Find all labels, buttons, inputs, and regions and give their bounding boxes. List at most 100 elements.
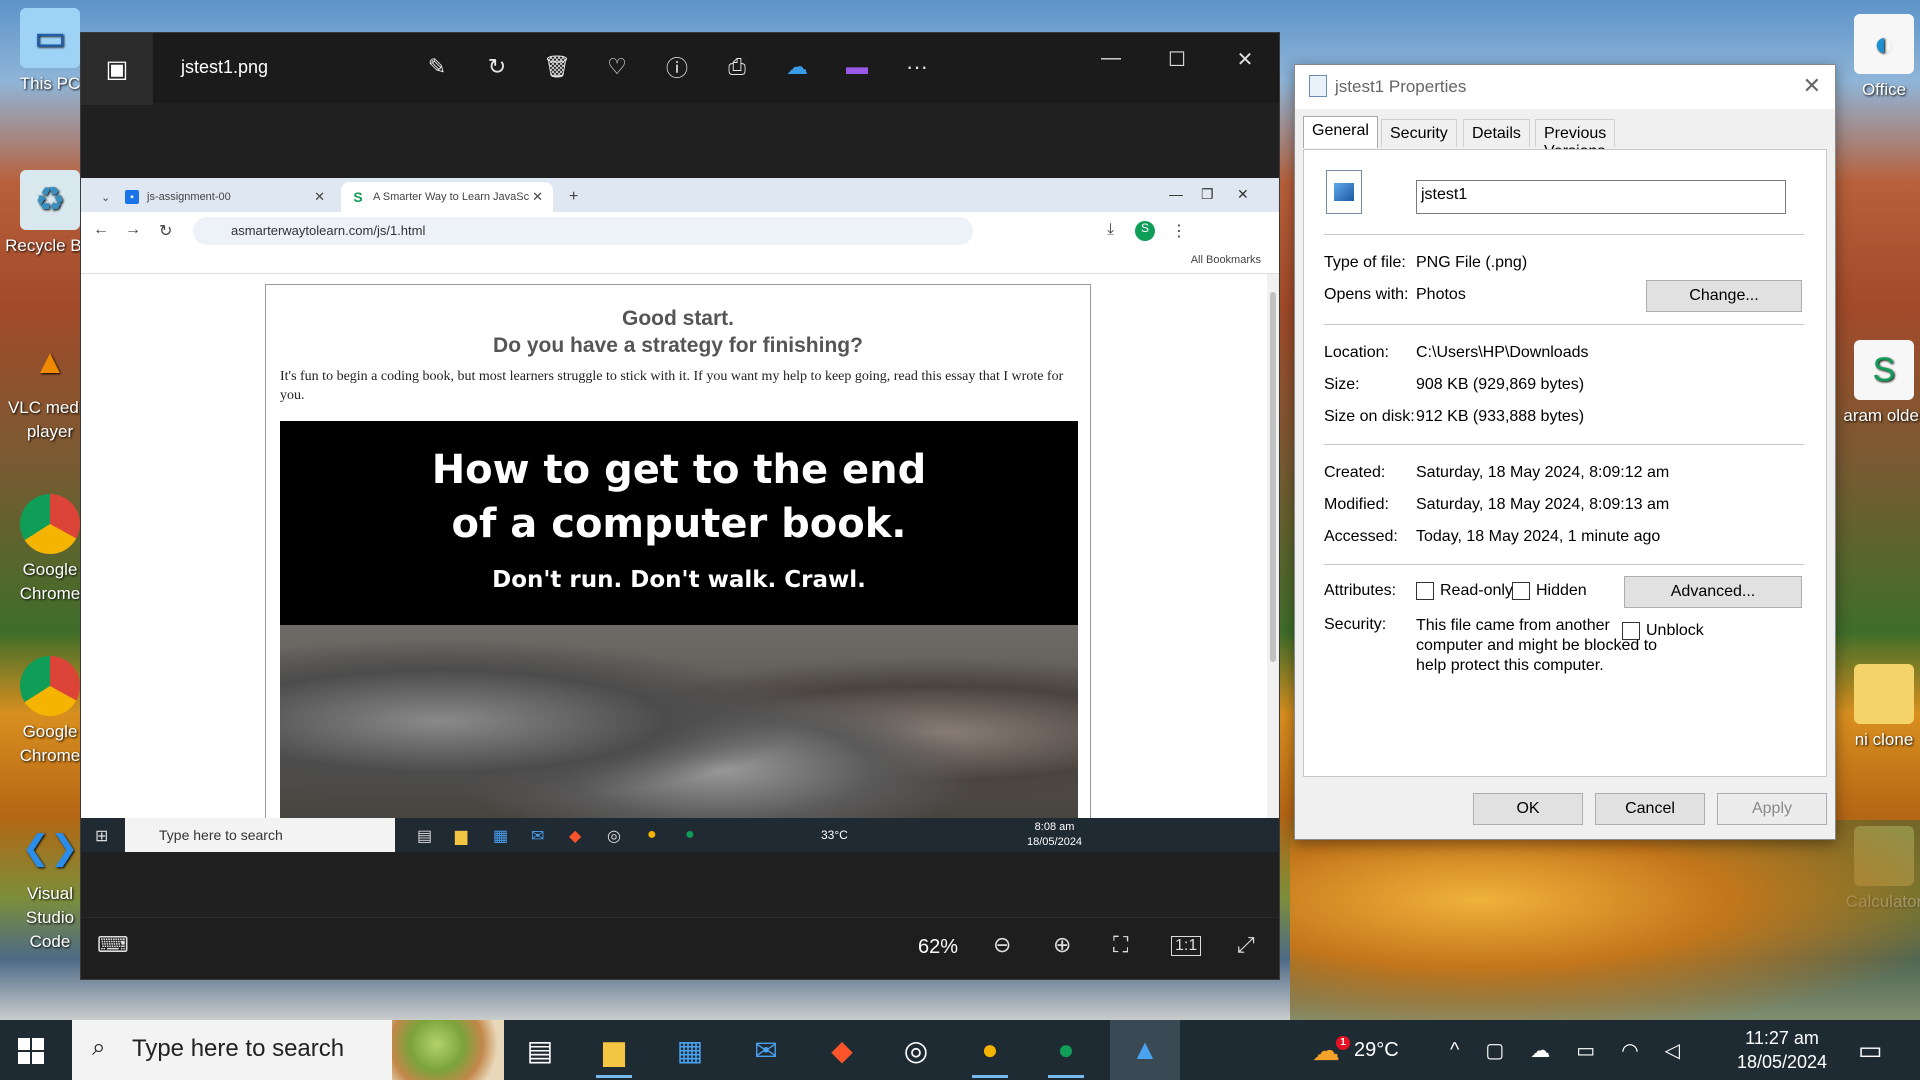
forward-icon: → [125, 221, 141, 238]
back-icon: ← [93, 221, 109, 238]
size-on-disk-value: 912 KB (933,888 bytes) [1416, 408, 1585, 425]
tab-close-icon: ✕ [314, 189, 325, 204]
banner-line-2: of a computer book. [451, 501, 907, 547]
desktop-icon-office[interactable]: ◐ Office [1838, 14, 1920, 102]
modified-value: Saturday, 18 May 2024, 8:09:13 am [1416, 496, 1670, 513]
bookmarks-bar: All Bookmarks [81, 250, 1279, 274]
info-icon[interactable]: ⓘ [661, 51, 693, 83]
divider [1324, 444, 1804, 445]
mail-icon[interactable]: ✉ [738, 1030, 794, 1070]
weather-temp: 29°C [1354, 1038, 1399, 1061]
obs-icon: ◎ [607, 828, 621, 845]
brave-browser-icon[interactable]: ◆ [814, 1030, 870, 1070]
taskbar-search-box[interactable]: ⌕ Type here to search [72, 1020, 504, 1080]
fit-to-window-icon[interactable]: ⛶ [1113, 932, 1128, 958]
desktop-icon-label: aram older [1843, 406, 1920, 425]
wifi-icon[interactable]: ◠ [1621, 1038, 1638, 1063]
tab-search-icon: ⌄ [101, 191, 111, 204]
meet-now-icon[interactable]: ▢ [1485, 1038, 1504, 1063]
ok-button[interactable]: OK [1473, 793, 1583, 825]
vlc-icon: ▲ [33, 343, 67, 381]
checkbox-box[interactable] [1512, 582, 1530, 600]
type-value: PNG File (.png) [1416, 254, 1528, 271]
search-highlight-image [392, 1020, 504, 1080]
readonly-checkbox[interactable]: Read-only [1416, 582, 1513, 600]
address-bar: asmarterwaytolearn.com/js/1.html [193, 217, 973, 245]
reload-icon: ↻ [159, 223, 173, 240]
unblock-checkbox[interactable]: Unblock [1622, 622, 1704, 640]
task-view-icon[interactable]: ▤ [512, 1030, 568, 1070]
chrome-profile-icon[interactable]: ● [1038, 1030, 1094, 1078]
print-icon[interactable]: ⎙ [721, 51, 753, 83]
photos-app-icon[interactable]: ▣ [81, 33, 153, 105]
modified-label: Modified: [1324, 496, 1389, 513]
zoom-out-icon[interactable]: ⊖ [993, 932, 1011, 958]
checkbox-box[interactable] [1622, 622, 1640, 640]
cancel-button[interactable]: Cancel [1595, 793, 1705, 825]
image-file-icon [1309, 75, 1327, 97]
size-value: 908 KB (929,869 bytes) [1416, 376, 1585, 393]
screenshot-time: 8:08 am [1034, 821, 1075, 833]
file-name-field[interactable]: jstest1 [1416, 180, 1786, 214]
attributes-label: Attributes: [1324, 582, 1397, 599]
battery-icon[interactable]: ▭ [1576, 1038, 1595, 1063]
weather-widget[interactable]: ☁ 1 29°C [1312, 1020, 1399, 1080]
minimize-button[interactable]: — [1091, 47, 1131, 70]
hidden-checkbox[interactable]: Hidden [1512, 582, 1587, 600]
onedrive-tray-icon[interactable]: ☁ [1530, 1038, 1550, 1063]
advanced-button[interactable]: Advanced... [1624, 576, 1802, 608]
browser-restore-icon: ❐ [1201, 186, 1214, 202]
tab-details[interactable]: Details [1463, 119, 1530, 147]
more-icon[interactable]: ··· [901, 51, 933, 83]
obs-studio-icon[interactable]: ◎ [888, 1030, 944, 1070]
chrome-icon [20, 656, 80, 716]
desktop-icon-folder-aram[interactable]: S aram older [1838, 340, 1920, 428]
clock[interactable]: 11:27 am 18/05/2024 [1722, 1026, 1842, 1074]
close-icon[interactable]: ✕ [1803, 73, 1821, 99]
maximize-button[interactable]: ☐ [1157, 47, 1197, 72]
show-hidden-icons[interactable]: ^ [1450, 1039, 1459, 1062]
location-value: C:\Users\HP\Downloads [1416, 344, 1589, 361]
file-explorer-icon[interactable]: ▆ [586, 1030, 642, 1078]
download-icon: ⤓ [1107, 221, 1115, 238]
computer-icon: ▭ [20, 8, 80, 68]
unblock-label: Unblock [1646, 622, 1704, 639]
photos-bottom-bar: ⌨ 62% ⊖ ⊕ ⛶ 1:1 ⤢ [81, 917, 1279, 979]
rotate-icon[interactable]: ↻ [481, 51, 513, 83]
chrome-icon[interactable]: ● [962, 1030, 1018, 1078]
zoom-in-icon[interactable]: ⊕ [1053, 932, 1071, 958]
desktop-icon-label: ni clone [1854, 730, 1914, 749]
article-box: Good start. Do you have a strategy for f… [265, 284, 1091, 852]
delete-icon[interactable]: 🗑 [541, 51, 573, 83]
notification-icon[interactable]: ▭ [1858, 1020, 1883, 1080]
fullscreen-icon[interactable]: ⤢ [1237, 932, 1255, 958]
browser-minimize-icon: — [1169, 186, 1183, 202]
clock-time: 11:27 am [1745, 1028, 1819, 1048]
photos-taskbar-icon[interactable]: ▲ [1110, 1020, 1180, 1080]
edit-image-icon[interactable]: ✎ [421, 51, 453, 83]
type-label: Type of file: [1324, 254, 1406, 271]
photos-titlebar: ▣ jstest1.png ✎ ↻ 🗑 ♡ ⓘ ⎙ ☁ ▬ ··· — ☐ ✕ [81, 33, 1279, 105]
size-label: Size: [1324, 376, 1360, 393]
desktop-icon-calculator[interactable]: Calculator [1838, 826, 1920, 914]
general-panel: jstest1 Type of file: PNG File (.png) Op… [1303, 149, 1827, 777]
heading-line-2: Do you have a strategy for finishing? [493, 334, 863, 357]
tab-security[interactable]: Security [1381, 119, 1457, 147]
microsoft-store-icon[interactable]: ▦ [662, 1030, 718, 1070]
tab-general[interactable]: General [1303, 116, 1378, 148]
favorite-icon[interactable]: ♡ [601, 51, 633, 83]
start-button[interactable] [18, 1038, 44, 1064]
screenshot-clock: 8:08 am 18/05/2024 [1027, 820, 1082, 850]
checkbox-box[interactable] [1416, 582, 1434, 600]
change-button[interactable]: Change... [1646, 280, 1802, 312]
clipchamp-icon[interactable]: ▬ [841, 51, 873, 83]
apply-button[interactable]: Apply [1717, 793, 1827, 825]
desktop-icon-folder-clone[interactable]: ni clone [1838, 664, 1920, 752]
actual-size-icon[interactable]: 1:1 [1171, 936, 1202, 956]
onedrive-icon[interactable]: ☁ [781, 51, 813, 83]
close-button[interactable]: ✕ [1225, 47, 1265, 72]
tab-previous-versions[interactable]: Previous Versions [1535, 119, 1616, 160]
tab-title: A Smarter Way to Learn JavaSc [373, 191, 530, 203]
volume-icon[interactable]: ◁ [1665, 1038, 1680, 1063]
filmstrip-icon[interactable]: ⌨ [97, 932, 129, 958]
